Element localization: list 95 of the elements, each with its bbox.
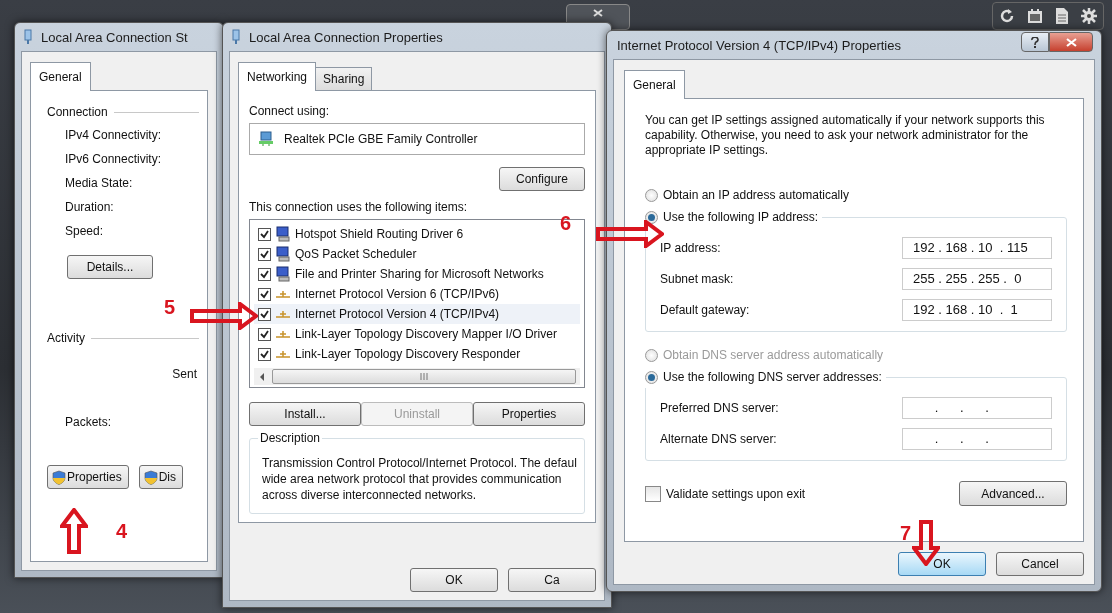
step-number: 6	[560, 212, 572, 235]
checkbox[interactable]	[258, 327, 271, 341]
tab[interactable]: Networking	[238, 62, 317, 91]
description-text: Transmission Control Protocol/Internet Protocol. The defaul wide area network protocol that provides communication across diverse interconnected networks.	[262, 455, 576, 503]
list-item[interactable]: File and Printer Sharing for Microsoft Networks	[254, 264, 580, 284]
computer-icon	[275, 266, 291, 282]
checkbox[interactable]	[258, 287, 271, 301]
close-icon	[593, 9, 603, 17]
checkbox[interactable]	[258, 267, 271, 281]
item-label: Internet Protocol Version 6 (TCP/IPv6)	[295, 287, 500, 301]
item-label: QoS Packet Scheduler	[295, 247, 417, 261]
protocol-icon	[275, 349, 291, 359]
checkbox[interactable]	[258, 247, 271, 261]
network-icon	[231, 29, 241, 45]
group-heading: Description	[258, 431, 323, 445]
computer-icon	[275, 246, 291, 262]
field-label: IPv6 Connectivity:	[65, 151, 163, 167]
ip-address-field[interactable]: . . .	[902, 427, 1052, 450]
network-adapter-icon	[258, 131, 274, 147]
help-icon	[1031, 36, 1039, 48]
dialog-button[interactable]: Cancel	[996, 552, 1084, 576]
dialog-button[interactable]: OK	[410, 568, 498, 592]
advanced-button[interactable]: Advanced...	[959, 481, 1067, 506]
tab[interactable]: Sharing	[315, 67, 373, 90]
protocol-icon	[275, 289, 291, 299]
item-label: Hotspot Shield Routing Driver 6	[295, 227, 464, 241]
field-label: This connection uses the following items:	[249, 199, 469, 215]
field-label: Preferred DNS server:	[660, 400, 779, 415]
column-label: Sent	[172, 367, 197, 381]
properties-button[interactable]: Properties	[47, 465, 129, 489]
field-label: Alternate DNS server:	[660, 431, 777, 446]
scroll-left-icon[interactable]	[258, 371, 266, 382]
list-item[interactable]: QoS Packet Scheduler	[254, 244, 580, 264]
dialog-button[interactable]: Ca	[508, 568, 596, 592]
shield-button[interactable]: Dis	[138, 465, 184, 489]
horizontal-scrollbar[interactable]	[254, 368, 580, 385]
list-action-button[interactable]: Properties	[473, 402, 585, 426]
tab[interactable]: General	[624, 70, 685, 99]
close-button[interactable]	[1049, 32, 1093, 52]
step-number: 5	[164, 296, 176, 319]
list-item[interactable]: Link-Layer Topology Discovery Mapper I/O Driver	[254, 324, 580, 344]
field-label: Default gateway:	[660, 302, 750, 317]
shield-icon	[143, 469, 158, 485]
list-item[interactable]: Link-Layer Topology Discovery Responder	[254, 344, 580, 364]
group-heading: Activity	[47, 331, 85, 345]
field-label: IP address:	[660, 240, 721, 255]
ip-address-field[interactable]: 192 . 168 . 10 . 1	[902, 298, 1052, 321]
network-icon	[23, 29, 33, 45]
arrow-icon	[190, 302, 258, 330]
intro-text: You can get IP settings assigned automatically if your network supports this capability. Otherwise, you need to ask your network administrator for the appropriate IP settings.	[645, 113, 1046, 158]
window-title: Internet Protocol Version 4 (TCP/IPv4) Properties	[617, 37, 901, 53]
protocol-icon	[275, 309, 291, 319]
field-label: Connect using:	[249, 103, 331, 119]
details-button[interactable]: Details...	[67, 255, 153, 279]
ip-address-field[interactable]: . . .	[902, 396, 1052, 419]
checkbox-option[interactable]: Validate settings upon exit	[645, 485, 806, 502]
protocol-icon	[275, 329, 291, 339]
field-label: IPv4 Connectivity:	[65, 127, 163, 143]
checkbox[interactable]	[258, 307, 271, 321]
field-label: Media State:	[65, 175, 134, 191]
item-label: File and Printer Sharing for Microsoft Networks	[295, 267, 544, 281]
refresh-icon[interactable]	[998, 7, 1016, 25]
shield-icon	[52, 469, 66, 485]
item-label: Internet Protocol Version 4 (TCP/IPv4)	[295, 307, 500, 321]
arrow-icon	[60, 508, 88, 554]
ip-address-field[interactable]: 255 . 255 . 255 . 0	[902, 267, 1052, 290]
dialog-button[interactable]: OK	[898, 552, 986, 576]
field-label: Subnet mask:	[660, 271, 734, 286]
computer-icon	[275, 226, 291, 242]
scroll-thumb[interactable]	[272, 369, 576, 384]
step-number: 7	[900, 522, 912, 545]
checkbox[interactable]	[258, 347, 271, 361]
document-icon[interactable]	[1054, 7, 1070, 25]
window-title: Local Area Connection Properties	[249, 29, 443, 45]
item-label: Link-Layer Topology Discovery Mapper I/O Driver	[295, 327, 557, 341]
list-action-button[interactable]: Install...	[249, 402, 361, 426]
field-label: Packets:	[64, 415, 113, 429]
ip-address-field[interactable]: 192 . 168 . 10 . 115	[902, 236, 1052, 259]
field-label: Speed:	[65, 223, 105, 239]
field-label: Duration:	[65, 199, 115, 215]
calendar-icon[interactable]	[1026, 7, 1044, 25]
close-icon	[1065, 37, 1077, 47]
list-item[interactable]: Internet Protocol Version 4 (TCP/IPv4)	[254, 304, 580, 324]
step-number: 4	[116, 520, 128, 543]
window-title: Local Area Connection St	[41, 29, 188, 45]
group-heading: Connection	[47, 105, 108, 119]
tab[interactable]: General	[30, 62, 91, 91]
settings-icon[interactable]	[1080, 7, 1098, 25]
item-label: Link-Layer Topology Discovery Responder	[295, 347, 521, 361]
list-item[interactable]: Internet Protocol Version 6 (TCP/IPv6)	[254, 284, 580, 304]
adapter-name: Realtek PCIe GBE Family Controller	[284, 132, 478, 146]
checkbox[interactable]	[258, 227, 271, 241]
configure-button[interactable]: Configure	[499, 167, 585, 191]
help-button[interactable]	[1021, 32, 1049, 52]
grip-icon	[420, 373, 428, 380]
